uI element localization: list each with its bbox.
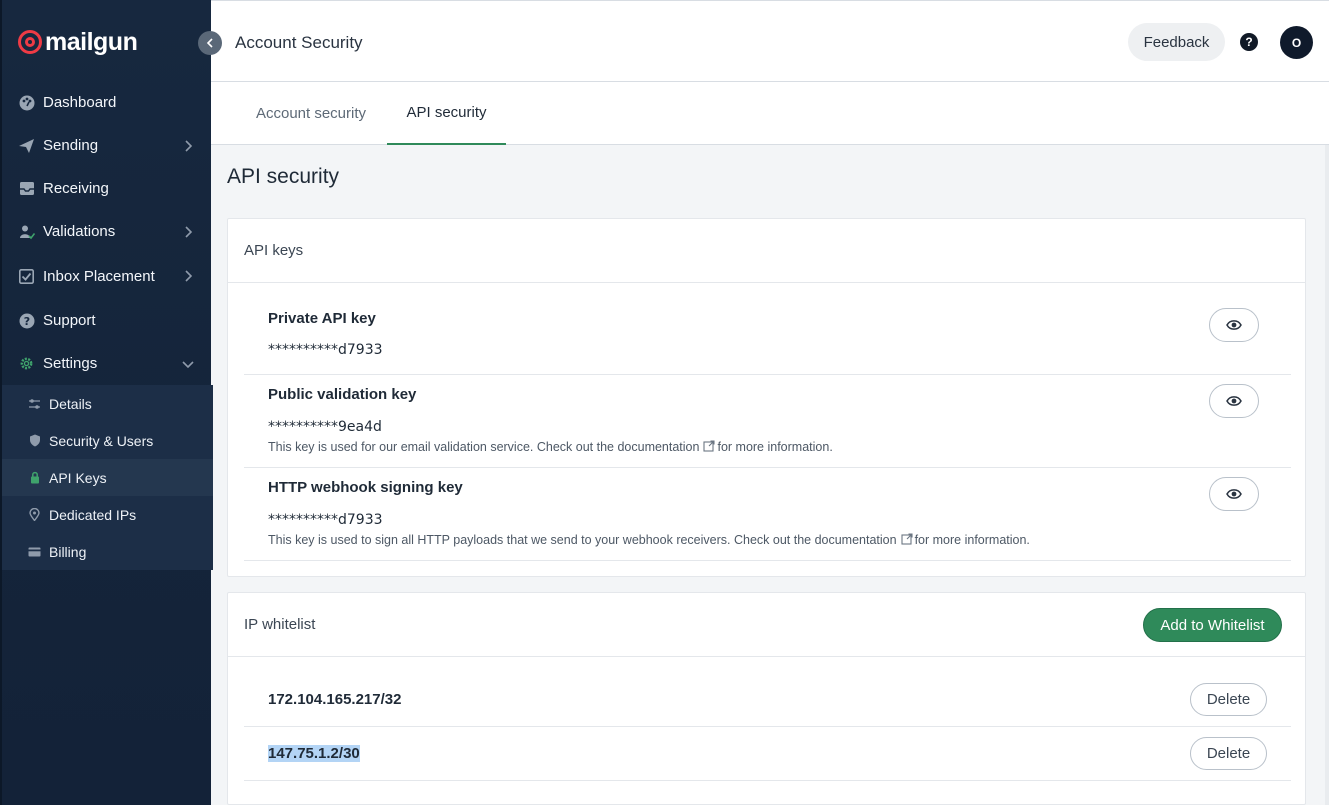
gear-icon <box>18 355 35 372</box>
sidebar-subitem-label: Dedicated IPs <box>49 506 137 523</box>
inbox-icon <box>18 180 35 197</box>
dashboard-icon <box>18 94 35 111</box>
eye-icon <box>1226 320 1242 330</box>
ip-address: 147.75.1.2/30 <box>268 745 360 762</box>
key-description: This key is used to sign all HTTP payloa… <box>268 533 1030 547</box>
sidebar-item-support[interactable]: ? Support <box>2 299 213 342</box>
sidebar-subitem-billing[interactable]: Billing <box>2 533 213 570</box>
eye-icon <box>1226 489 1242 499</box>
key-name: Public validation key <box>268 386 417 403</box>
chevron-right-icon <box>185 270 193 282</box>
chevron-right-icon <box>185 139 193 152</box>
tab-api-security[interactable]: API security <box>387 82 506 145</box>
sidebar-item-dashboard[interactable]: Dashboard <box>2 81 213 124</box>
sidebar-subitem-label: Security & Users <box>49 432 154 449</box>
show-key-button[interactable] <box>1209 477 1259 511</box>
settings-submenu: Details Security & Users API Keys Dedica… <box>2 385 213 570</box>
help-icon: ? <box>18 312 35 329</box>
key-name: HTTP webhook signing key <box>268 479 463 496</box>
chevron-down-icon <box>182 360 194 368</box>
sidebar-item-inbox-placement[interactable]: Inbox Placement <box>2 253 213 299</box>
sidebar-nav: Dashboard Sending Receiving Validations <box>2 81 213 385</box>
show-key-button[interactable] <box>1209 384 1259 418</box>
external-link-icon[interactable] <box>901 533 913 545</box>
ip-address: 172.104.165.217/32 <box>268 691 402 708</box>
sidebar-subitem-label: Billing <box>49 543 87 560</box>
chevron-left-icon <box>206 38 213 48</box>
sliders-icon <box>28 397 41 410</box>
sidebar-item-settings[interactable]: Settings <box>2 342 213 385</box>
tab-bar: Account security API security <box>211 82 1329 145</box>
page-title: Account Security <box>235 33 363 52</box>
credit-card-icon <box>28 545 41 558</box>
location-pin-icon <box>28 508 41 521</box>
sidebar-subitem-dedicated-ips[interactable]: Dedicated IPs <box>2 496 213 533</box>
mailgun-at-icon <box>18 30 42 54</box>
key-description-text: This key is used to sign all HTTP payloa… <box>268 533 897 547</box>
sidebar: mailgun Dashboard Sending Receiving Vali… <box>0 0 213 805</box>
sidebar-item-receiving[interactable]: Receiving <box>2 167 213 210</box>
ip-whitelist-row: 147.75.1.2/30 Delete <box>244 727 1291 781</box>
add-to-whitelist-button[interactable]: Add to Whitelist <box>1143 608 1282 642</box>
feedback-button[interactable]: Feedback <box>1128 23 1225 61</box>
key-description-tail: for more information. <box>914 533 1030 547</box>
ip-whitelist-heading-row: IP whitelist Add to Whitelist <box>228 593 1305 657</box>
key-description-tail: for more information. <box>717 440 833 454</box>
sidebar-subitem-details[interactable]: Details <box>2 385 213 422</box>
eye-icon <box>1226 396 1242 406</box>
chevron-right-icon <box>185 225 193 238</box>
scrollbar-track[interactable] <box>1325 145 1329 805</box>
shield-icon <box>28 434 41 447</box>
key-description: This key is used for our email validatio… <box>268 440 833 454</box>
section-title: API security <box>227 165 340 188</box>
sidebar-item-label: Sending <box>43 137 99 154</box>
api-keys-heading: API keys <box>228 219 1305 283</box>
sidebar-item-label: Validations <box>43 223 116 240</box>
api-key-row-private: Private API key **********d7933 <box>244 283 1291 375</box>
sidebar-item-label: Inbox Placement <box>43 267 155 285</box>
tab-account-security[interactable]: Account security <box>235 82 387 145</box>
sidebar-item-sending[interactable]: Sending <box>2 124 213 167</box>
sidebar-subitem-label: Details <box>49 395 92 412</box>
key-masked-value: **********d7933 <box>268 342 383 358</box>
sidebar-item-validations[interactable]: Validations <box>2 210 213 253</box>
mailgun-logo[interactable]: mailgun <box>18 26 138 58</box>
send-icon <box>18 137 35 154</box>
sidebar-item-label: Support <box>43 312 96 329</box>
top-header: Account Security Feedback ? O <box>211 0 1329 82</box>
delete-ip-button[interactable]: Delete <box>1190 683 1267 716</box>
ip-whitelist-row: 172.104.165.217/32 Delete <box>244 657 1291 727</box>
show-key-button[interactable] <box>1209 308 1259 342</box>
ip-whitelist-card: IP whitelist Add to Whitelist 172.104.16… <box>227 592 1306 805</box>
checkbox-icon <box>18 268 35 285</box>
sidebar-collapse-button[interactable] <box>198 31 222 55</box>
delete-ip-button[interactable]: Delete <box>1190 737 1267 770</box>
lock-icon <box>28 471 41 484</box>
sidebar-subitem-label: API Keys <box>49 469 107 486</box>
key-name: Private API key <box>268 310 376 327</box>
key-description-text: This key is used for our email validatio… <box>268 440 700 454</box>
api-key-row-webhook-signing: HTTP webhook signing key **********d7933… <box>244 468 1291 561</box>
key-masked-value: **********d7933 <box>268 512 383 528</box>
avatar[interactable]: O <box>1280 26 1313 59</box>
sidebar-item-label: Receiving <box>43 180 109 197</box>
sidebar-item-label: Dashboard <box>43 94 117 111</box>
api-key-row-public-validation: Public validation key **********9ea4d Th… <box>244 375 1291 468</box>
ip-whitelist-heading: IP whitelist <box>244 616 316 633</box>
sidebar-item-label: Settings <box>43 355 98 372</box>
api-keys-card: API keys Private API key **********d7933… <box>227 218 1306 577</box>
sidebar-subitem-security-users[interactable]: Security & Users <box>2 422 213 459</box>
key-masked-value: **********9ea4d <box>268 419 382 435</box>
validation-icon <box>18 223 35 240</box>
svg-text:?: ? <box>23 315 29 328</box>
brand-name: mailgun <box>45 27 138 56</box>
help-icon[interactable]: ? <box>1240 33 1258 51</box>
sidebar-subitem-api-keys[interactable]: API Keys <box>2 459 213 496</box>
external-link-icon[interactable] <box>703 440 716 452</box>
